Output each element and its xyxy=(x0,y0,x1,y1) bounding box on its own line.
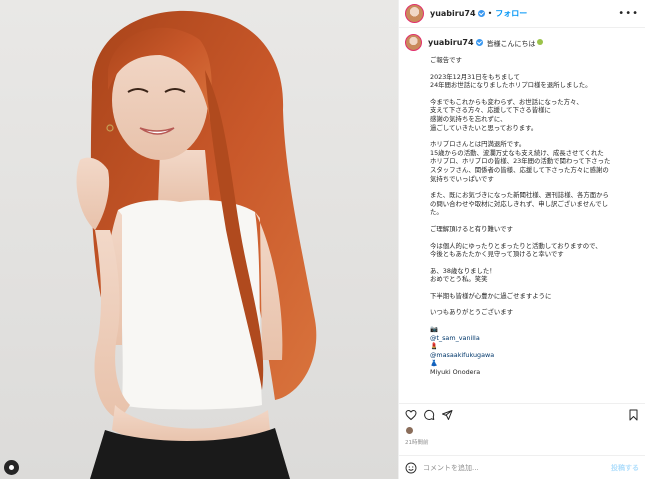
caption-line: 24年間お世話になりましたホリプロ様を退所しました。 xyxy=(430,81,592,90)
caption-line: ホリプロさんとは円満退所です。 xyxy=(430,140,526,149)
post-header: yuabiru74 • フォロー ••• xyxy=(399,0,645,28)
share-icon[interactable] xyxy=(441,409,453,421)
credit-emoji-icon: 📷 xyxy=(430,325,438,334)
username[interactable]: yuabiru74 xyxy=(430,9,476,18)
verified-badge-icon xyxy=(475,39,483,46)
sparkle-emoji-icon xyxy=(536,39,543,45)
caption-line: あ、38歳なりました！ xyxy=(430,266,496,275)
caption-line: ご報告です xyxy=(430,56,462,64)
caption-avatar[interactable] xyxy=(405,34,422,51)
caption-line: 今は個人的にゆったりとまったりと活動しておりますので、 xyxy=(430,241,602,250)
caption-line: また、既にお気づきになった新聞社様、週刊誌様、各方面から xyxy=(430,191,609,200)
post-detail-panel: yuabiru74 • フォロー ••• yuabiru74 皆様こんにちは ご… xyxy=(398,0,645,479)
caption-greeting: 皆様こんにちは xyxy=(486,40,536,48)
credit-emoji-icon: 💄 xyxy=(430,342,438,351)
emoji-picker-icon[interactable] xyxy=(405,462,417,474)
caption-line: 支えて下さる方々、応援して下さる皆様に xyxy=(430,106,551,115)
photo-illustration xyxy=(76,10,317,479)
caption-line: 過ごしていきたいと思っております。 xyxy=(430,123,538,132)
caption-line: た。 xyxy=(430,208,443,217)
caption-line: いつもありがとうございます xyxy=(430,308,514,317)
caption: yuabiru74 皆様こんにちは ご報告です 2023年12月31日をもちまして… xyxy=(399,28,645,400)
caption-line: の問い合わせや取材に対応しきれず、申し訳ございませんでし xyxy=(430,199,608,208)
bookmark-icon[interactable] xyxy=(628,409,639,421)
post-comment-button[interactable]: 投稿する xyxy=(611,463,639,473)
caption-line: 今後ともあたたかく見守って頂けると幸いです xyxy=(430,250,564,259)
caption-line: 2023年12月31日をもちまして xyxy=(430,72,520,81)
credit-name: Miyuki Onodera xyxy=(430,368,481,377)
caption-line: ご理解頂けると有り難いです xyxy=(430,224,513,233)
separator-dot: • xyxy=(487,9,493,18)
caption-header: yuabiru74 皆様こんにちは xyxy=(405,34,637,51)
post-photo xyxy=(0,0,398,479)
caption-line: おめでとう私。笑笑 xyxy=(430,275,488,284)
comment-icon[interactable] xyxy=(423,409,435,421)
caption-line: 感謝の気持ちを忘れずに、 xyxy=(430,114,507,123)
comment-bar: コメントを追加... 投稿する xyxy=(399,455,645,479)
caption-username[interactable]: yuabiru74 xyxy=(428,38,474,47)
caption-line: ホリプロ、ホリプロの皆様、23年間の活動で関わって下さった xyxy=(430,157,611,166)
caption-line: 下半期も皆様が心豊かに過ごせますように xyxy=(430,291,552,300)
caption-body: ご報告です 2023年12月31日をもちまして 24年間お世話になりましたホリプロ様… xyxy=(405,56,637,377)
credit-emoji-icon: 👗 xyxy=(430,359,438,368)
post-date: 21時間前 xyxy=(405,440,429,446)
tag-indicator-icon[interactable] xyxy=(4,460,19,475)
action-bar xyxy=(399,403,645,425)
likes-row xyxy=(405,426,417,435)
caption-line: スタッフさん、関係者の皆様、応援して下さった方々に感謝の xyxy=(430,165,609,174)
heart-icon[interactable] xyxy=(405,409,417,421)
comment-input[interactable]: コメントを追加... xyxy=(423,463,479,473)
caption-line: 気持ちでいっぱいです xyxy=(430,174,494,183)
credit-mention-link[interactable]: @masaakifukugawa xyxy=(430,351,637,360)
more-options-icon[interactable]: ••• xyxy=(618,8,639,19)
verified-badge-icon xyxy=(477,10,485,17)
avatar[interactable] xyxy=(405,4,424,23)
credit-mention-link[interactable]: @t_sam_vanilla xyxy=(430,334,637,343)
follow-button[interactable]: フォロー xyxy=(495,8,527,19)
liker-avatar[interactable] xyxy=(405,426,414,435)
